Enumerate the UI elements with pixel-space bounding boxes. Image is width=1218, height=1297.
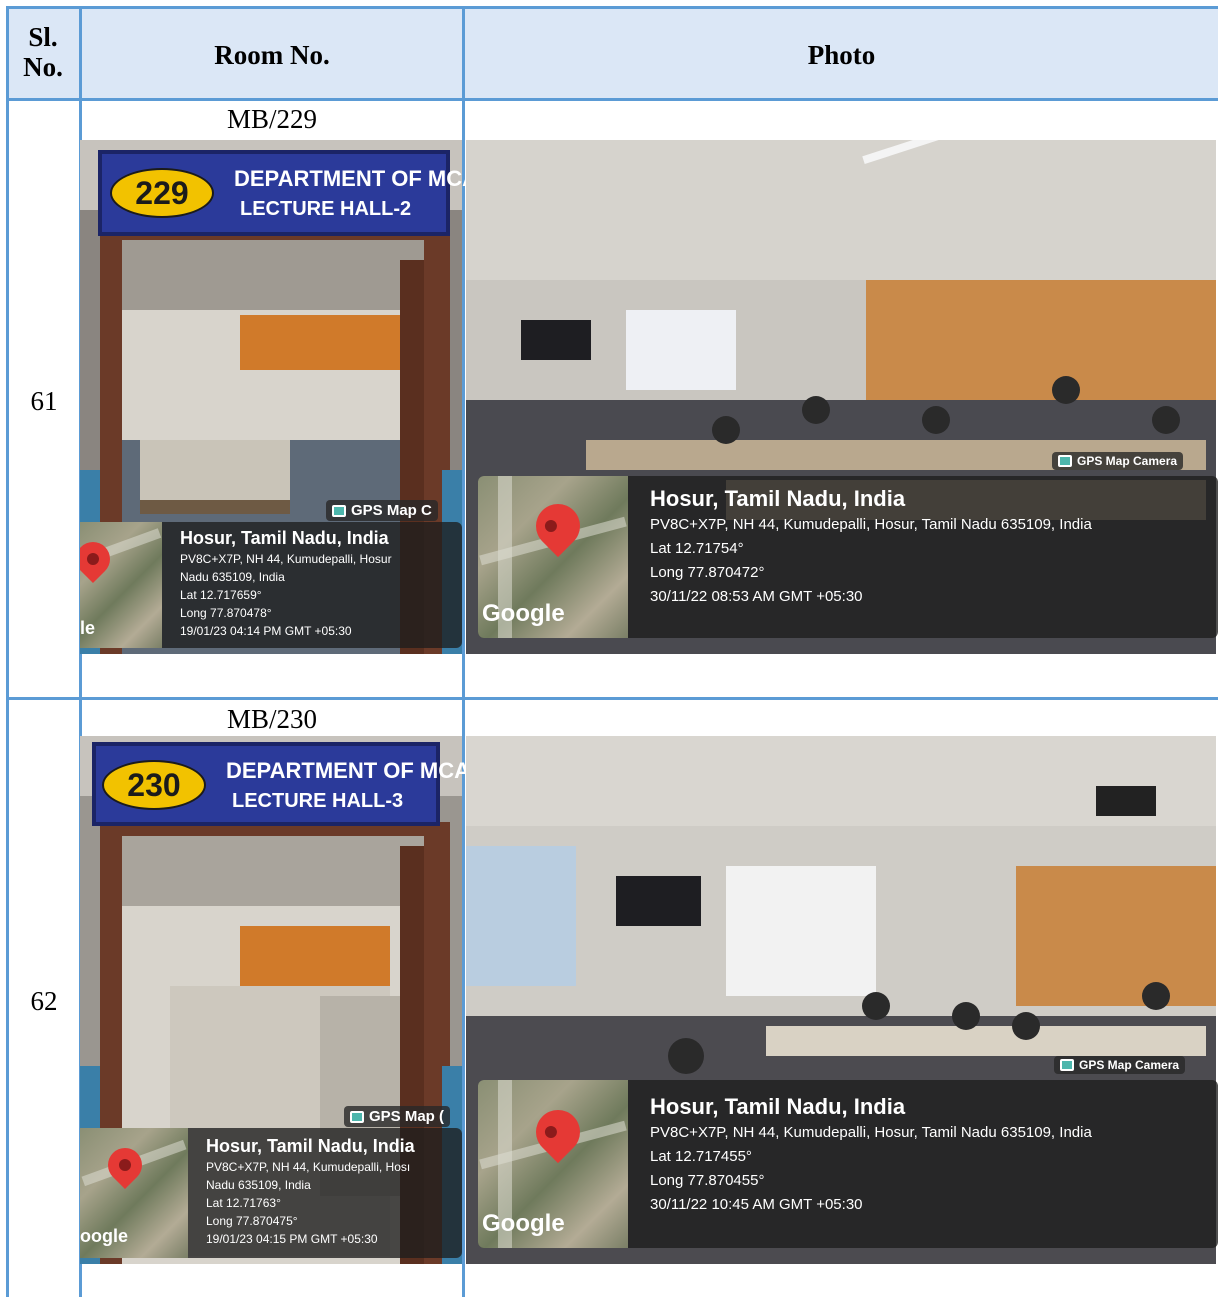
row-61-sl-no: 61	[30, 386, 58, 416]
gps-city: Hosur, Tamil Nadu, India	[180, 528, 389, 548]
grid-line-header-bottom	[6, 98, 1218, 101]
header-room-no: Room No.	[214, 40, 330, 70]
row-62-sl-no: 62	[30, 986, 58, 1016]
grid-line-top	[6, 6, 1218, 9]
room-number-badge: 230	[102, 760, 206, 810]
door-sign-229: 229 DEPARTMENT OF MCA LECTURE HALL-2	[98, 150, 478, 236]
gps-camera-label: GPS Map Camera	[1052, 452, 1184, 470]
sign-hall-text: LECTURE HALL-2	[240, 198, 412, 220]
gps-lat: Lat 12.717455°	[650, 1148, 752, 1165]
classroom-gps-overlay: Google Hosur, Tamil Nadu, India PV8C+X7P…	[478, 1080, 1218, 1248]
row-62-room-no: MB/230	[226, 704, 318, 734]
gps-lat: Lat 12.717659°	[180, 588, 262, 602]
gps-long: Long 77.870472°	[650, 564, 765, 581]
google-watermark: Google	[482, 1210, 565, 1237]
gps-lat: Lat 12.71754°	[650, 540, 744, 557]
sign-department-text: DEPARTMENT OF MCA	[226, 758, 471, 783]
gps-address: PV8C+X7P, NH 44, Kumudepalli, Hosur, Tam…	[650, 1124, 1092, 1141]
gps-label-text: GPS Map Camera	[1079, 1058, 1180, 1072]
google-watermark: oogle	[80, 1226, 128, 1246]
header-photo: Photo	[807, 40, 876, 70]
grid-line-row1-bottom	[6, 697, 1218, 700]
gps-label-text: GPS Map (	[369, 1108, 445, 1125]
gps-address: PV8C+X7P, NH 44, Kumudepalli, Hosur, Tam…	[650, 516, 1092, 533]
room-number-badge: 229	[110, 168, 214, 218]
camera-icon	[350, 1110, 364, 1123]
camera-icon	[1058, 455, 1072, 467]
grid-line-col2	[462, 6, 465, 1297]
gps-address-1: PV8C+X7P, NH 44, Kumudepalli, Hosı	[206, 1160, 411, 1174]
google-watermark: Google	[482, 600, 565, 627]
row-61-room-no: MB/229	[226, 104, 318, 134]
sign-department-text: DEPARTMENT OF MCA	[234, 166, 479, 191]
gps-camera-label: GPS Map Camera	[1054, 1056, 1186, 1074]
gps-label-text: GPS Map C	[351, 502, 432, 519]
classroom-gps-overlay: Google Hosur, Tamil Nadu, India PV8C+X7P…	[478, 476, 1218, 638]
google-watermark: le	[80, 618, 96, 638]
door-gps-overlay: le Hosur, Tamil Nadu, India PV8C+X7P, NH…	[80, 522, 462, 648]
gps-long: Long 77.870478°	[180, 606, 272, 620]
header-sl-no: Sl. No.	[23, 22, 63, 82]
gps-address-1: PV8C+X7P, NH 44, Kumudepalli, Hosur	[180, 552, 392, 566]
gps-camera-label: GPS Map (	[344, 1106, 451, 1127]
gps-lat: Lat 12.71763°	[206, 1196, 281, 1210]
gps-datetime: 30/11/22 08:53 AM GMT +05:30	[650, 588, 863, 605]
gps-long: Long 77.870455°	[650, 1172, 765, 1189]
camera-icon	[1060, 1059, 1074, 1071]
gps-city: Hosur, Tamil Nadu, India	[650, 486, 906, 511]
gps-camera-label: GPS Map C	[326, 500, 438, 521]
door-gps-overlay: oogle Hosur, Tamil Nadu, India PV8C+X7P,…	[80, 1128, 462, 1258]
gps-datetime: 19/01/23 04:14 PM GMT +05:30	[180, 624, 352, 638]
gps-address-2: Nadu 635109, India	[180, 570, 285, 584]
gps-datetime: 30/11/22 10:45 AM GMT +05:30	[650, 1196, 863, 1213]
grid-line-left	[6, 6, 9, 100]
gps-city: Hosur, Tamil Nadu, India	[650, 1094, 906, 1119]
sign-hall-text: LECTURE HALL-3	[232, 790, 404, 812]
gps-datetime: 19/01/23 04:15 PM GMT +05:30	[206, 1232, 378, 1246]
gps-long: Long 77.870475°	[206, 1214, 298, 1228]
gps-address-2: Nadu 635109, India	[206, 1178, 311, 1192]
gps-city: Hosur, Tamil Nadu, India	[206, 1136, 415, 1156]
door-sign-230: 230 DEPARTMENT OF MCA LECTURE HALL-3	[92, 742, 470, 826]
gps-label-text: GPS Map Camera	[1077, 454, 1178, 468]
camera-icon	[332, 504, 346, 517]
